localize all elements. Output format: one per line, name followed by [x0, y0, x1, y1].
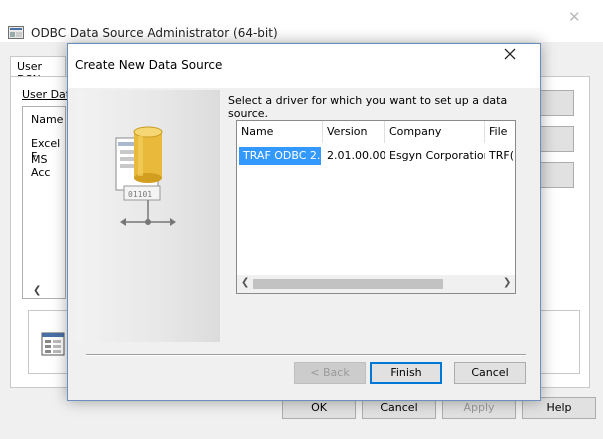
cancel-button[interactable]: Cancel: [454, 362, 526, 384]
horizontal-scrollbar[interactable]: ❮ ❯: [237, 275, 515, 293]
list-item[interactable]: MS Acc: [31, 153, 65, 179]
driver-name-cell[interactable]: TRAF ODBC 2.1: [239, 147, 321, 165]
column-header-file[interactable]: File: [485, 121, 515, 143]
list-header-name: Name: [31, 113, 64, 126]
driver-prompt: Select a driver for which you want to se…: [228, 94, 508, 120]
driver-file-cell: TRF(: [489, 149, 514, 162]
column-header-company[interactable]: Company: [385, 121, 485, 143]
data-source-info-icon: [41, 332, 65, 356]
driver-version-cell: 2.01.00.00: [327, 149, 385, 162]
scroll-left-icon[interactable]: ❮: [241, 277, 249, 288]
driver-list[interactable]: Name Version Company File TRAF ODBC 2.1 …: [236, 120, 516, 294]
tab-user-dsn[interactable]: User DSN: [10, 56, 66, 86]
svg-text:01101: 01101: [128, 190, 152, 199]
dialog-title: Create New Data Source: [75, 58, 223, 72]
dialog-titlebar: Create New Data Source: [68, 44, 540, 88]
main-window-title: ODBC Data Source Administrator (64-bit): [31, 26, 278, 40]
scrollbar-thumb[interactable]: [253, 279, 443, 289]
main-close-icon[interactable]: ✕: [568, 8, 581, 26]
finish-button[interactable]: Finish: [370, 362, 442, 384]
column-header-version[interactable]: Version: [323, 121, 385, 143]
wizard-side-panel: 01101: [76, 90, 220, 342]
scroll-right-icon[interactable]: ❯: [503, 277, 511, 288]
odbc-app-icon: [8, 26, 24, 39]
dialog-close-icon[interactable]: [504, 48, 516, 60]
back-button[interactable]: < Back: [294, 362, 366, 384]
create-new-data-source-dialog: Create New Data Source 01101 Select a dr…: [67, 43, 541, 401]
database-driver-icon: 01101: [115, 126, 176, 226]
user-data-sources-list[interactable]: Name Excel F MS Acc ❮: [22, 106, 66, 299]
button-separator: [86, 354, 526, 356]
driver-company-cell: Esgyn Corporation: [389, 149, 485, 162]
scroll-left-icon[interactable]: ❮: [33, 285, 41, 296]
main-titlebar: ODBC Data Source Administrator (64-bit) …: [0, 0, 603, 42]
column-header-name[interactable]: Name: [237, 121, 323, 143]
